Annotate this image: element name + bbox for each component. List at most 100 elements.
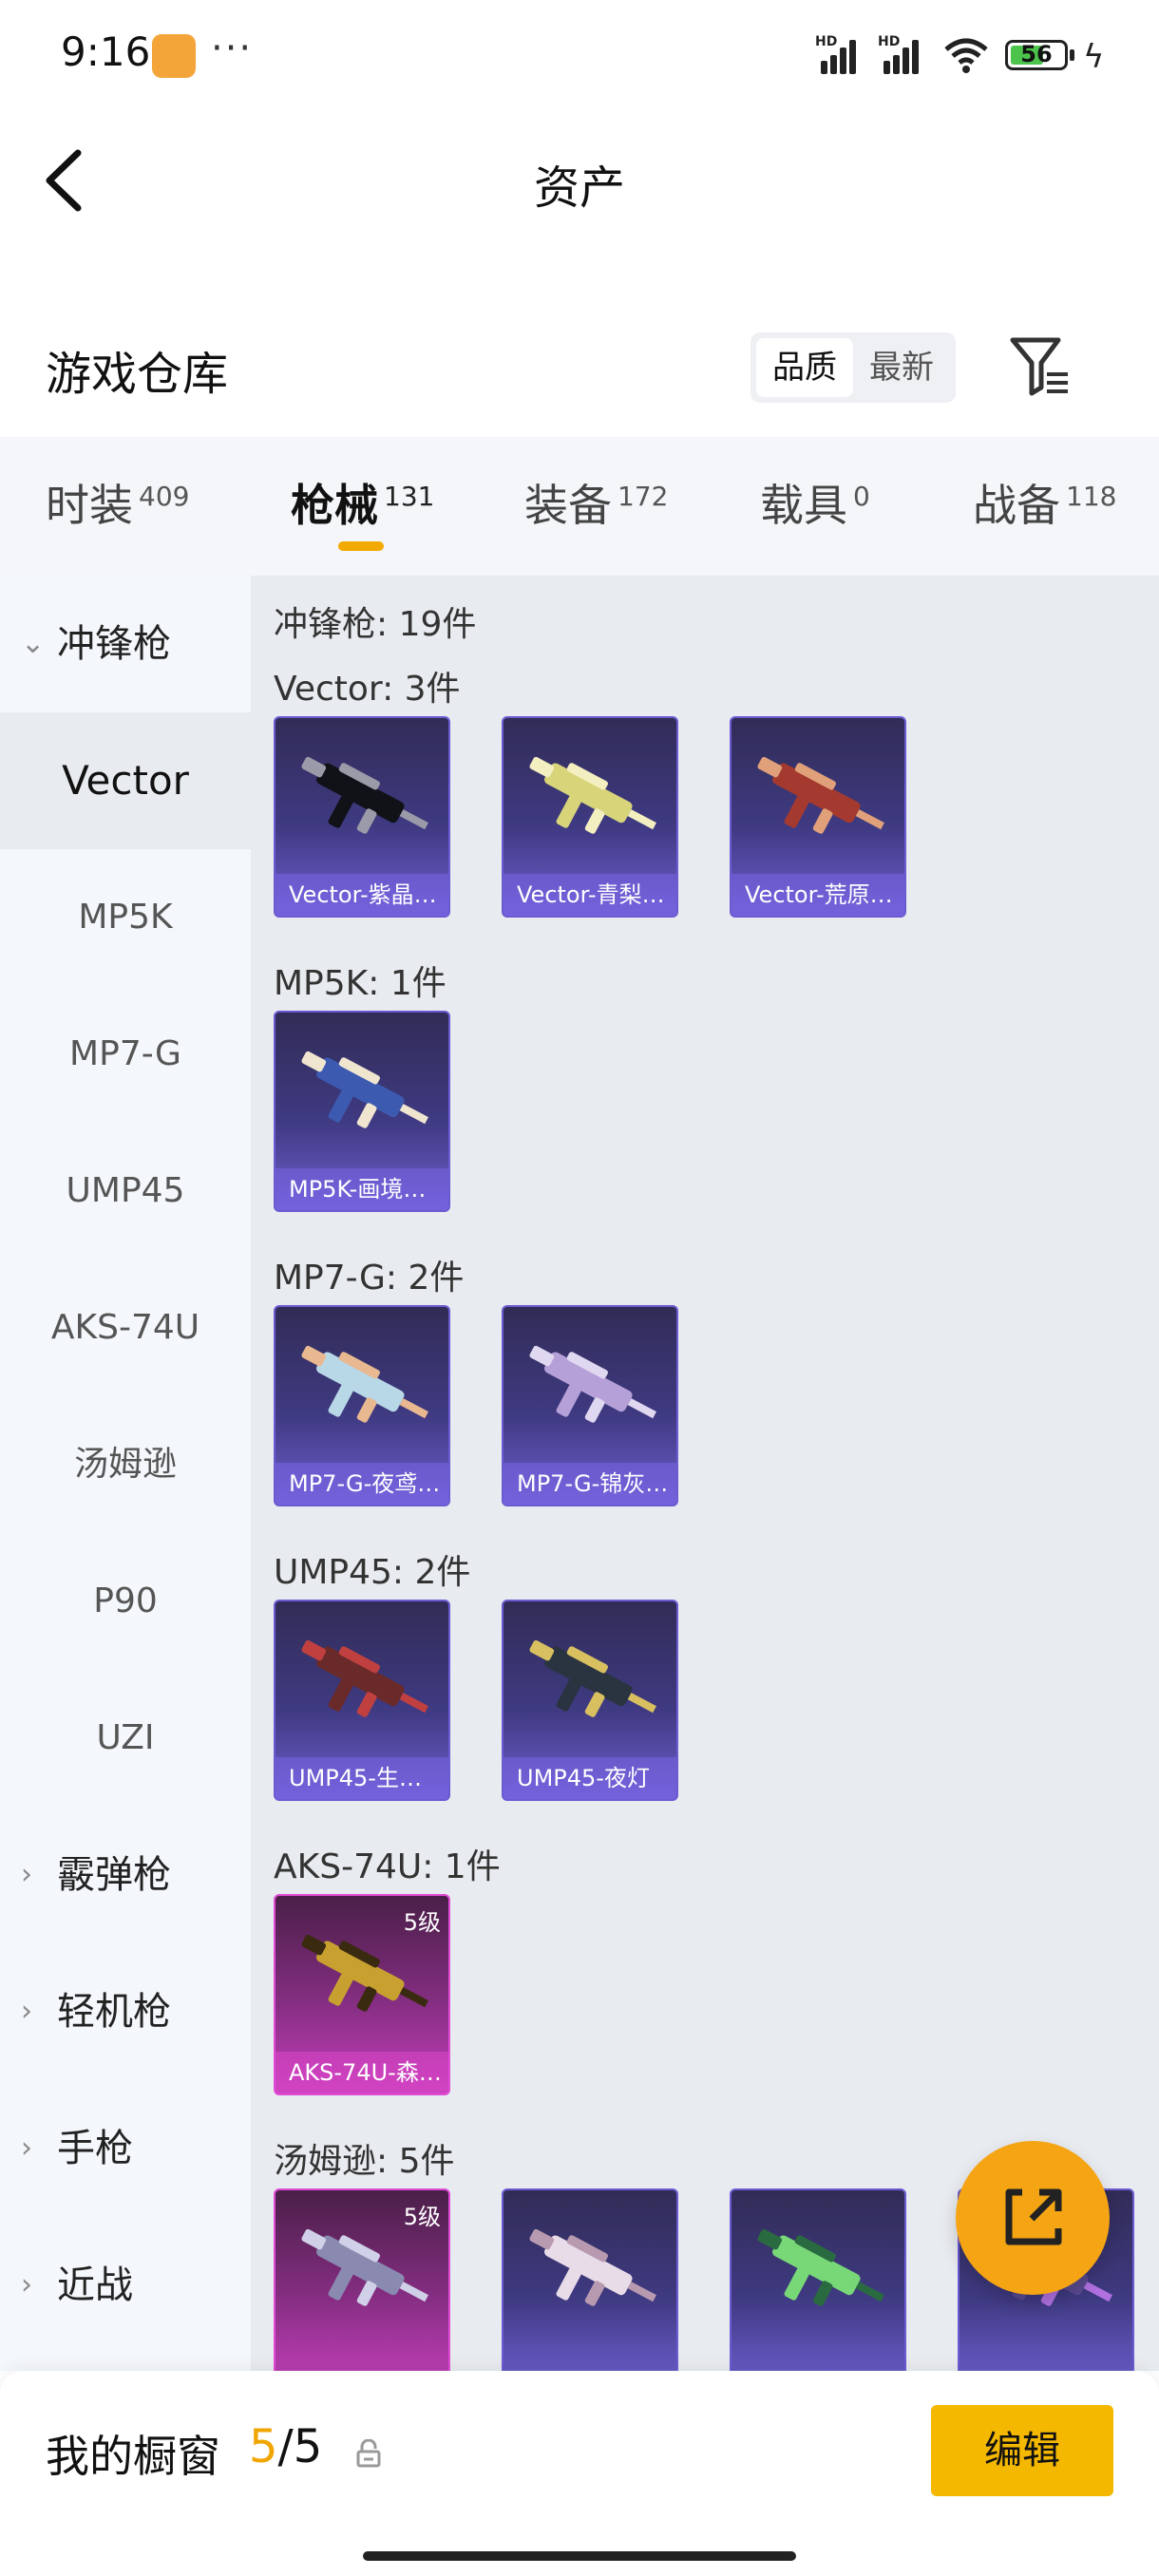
weapon-skin-name: MP5K-画境… (276, 1168, 448, 1210)
weapon-skin-name: Vector-青梨… (504, 874, 676, 916)
showcase-used: 5 (249, 2420, 278, 2473)
level-badge: 5级 (403, 1909, 441, 1936)
sidebar-item-label: 冲锋枪 (57, 622, 171, 666)
tab-vehicles[interactable]: 载具 0 (760, 471, 870, 534)
weapon-skin-image (301, 1639, 428, 1717)
weapon-skin-image (529, 756, 656, 834)
weapon-skin-name: MP7-G-锦灰… (504, 1463, 676, 1505)
app-root: 9:16 ··· HD HD 56 ϟ 资产 游戏仓库 品质 最新 时装 409… (0, 0, 1159, 2576)
tab-firearms[interactable]: 枪械 131 (291, 471, 434, 534)
sidebar-item-label: 近战 (57, 2263, 133, 2307)
sort-toggle: 品质 最新 (750, 332, 956, 403)
sidebar-item[interactable]: AKS-74U (0, 1260, 251, 1396)
hd-label-2: HD (878, 34, 901, 49)
sidebar-item-label: Vector (62, 757, 189, 804)
edit-button[interactable]: 编辑 (931, 2405, 1113, 2496)
tab-supplies[interactable]: 战备 118 (973, 471, 1116, 534)
weapon-skin-image (301, 1345, 428, 1423)
weapon-skin-name: AKS-74U-森… (276, 2052, 448, 2093)
weapon-skin-card[interactable]: 5级 AKS-74U-森… (274, 1894, 450, 2095)
sidebar-item-label: 轻机枪 (57, 1990, 171, 2034)
sidebar-group[interactable]: › 轻机枪 (0, 1943, 251, 2080)
sort-quality-button[interactable]: 品质 (756, 338, 853, 397)
weapon-skin-card[interactable]: MP5K-画境… (274, 1011, 450, 1212)
category-count: 冲锋枪: 19件 (274, 605, 477, 644)
chevron-right-icon: › (21, 2268, 32, 2301)
showcase-title: 我的橱窗 (46, 2431, 220, 2482)
sidebar-item-label: MP7-G (69, 1034, 181, 1073)
sidebar-item[interactable]: MP7-G (0, 986, 251, 1123)
signal-1-icon: HD (815, 34, 859, 74)
sidebar-item[interactable]: UMP45 (0, 1123, 251, 1260)
sidebar-group[interactable]: ⌄ 冲锋枪 (0, 576, 251, 712)
sidebar-item[interactable]: P90 (0, 1533, 251, 1670)
lock-icon (356, 2439, 381, 2468)
weapon-skin-image (529, 1345, 656, 1423)
tab-count: 118 (1066, 480, 1117, 512)
tab-count: 131 (384, 480, 435, 512)
weapon-skin-card[interactable]: MP7-G-锦灰… (502, 1305, 678, 1506)
tab-label: 战备 (973, 480, 1060, 531)
weapon-skin-image (301, 2228, 428, 2306)
weapon-skin-card[interactable]: UMP45-生… (274, 1600, 450, 1801)
sidebar-item-label: 汤姆逊 (73, 1445, 177, 1484)
category-tabs: 时装 409 枪械 131 装备 172 载具 0 战备 118 (0, 437, 1159, 576)
tab-equipment[interactable]: 装备 172 (524, 471, 668, 534)
tab-count: 172 (618, 480, 669, 512)
weapon-section-title: 汤姆逊: 5件 (274, 2142, 455, 2181)
sidebar-group[interactable]: › 手枪 (0, 2080, 251, 2217)
weapon-skin-name: UMP45-夜灯 (504, 1757, 676, 1799)
weapon-skin-card[interactable]: 5级 (274, 2188, 450, 2371)
weapon-section-title: MP7-G: 2件 (274, 1259, 465, 1297)
sidebar-item-label: UZI (96, 1718, 155, 1757)
weapon-skin-image (301, 1934, 428, 2012)
sort-newest-button[interactable]: 最新 (853, 338, 950, 397)
sidebar-item[interactable]: MP5K (0, 849, 251, 986)
sidebar-group[interactable]: › 近战 (0, 2217, 251, 2354)
filter-icon[interactable] (1009, 334, 1072, 397)
wifi-icon (944, 38, 988, 73)
weapon-section-title: MP5K: 1件 (274, 964, 446, 1003)
weapon-skin-image (529, 2228, 656, 2306)
chevron-right-icon: › (21, 1858, 32, 1891)
more-notifications-icon: ··· (211, 27, 254, 70)
tab-label: 载具 (760, 480, 847, 531)
weapon-sidebar: ⌄ 冲锋枪 Vector MP5K MP7-G UMP45 AKS-74U 汤姆逊 P90 UZI… (0, 576, 251, 2371)
tab-label: 装备 (524, 480, 612, 531)
charging-icon: ϟ (1083, 38, 1105, 76)
weapon-skin-card[interactable] (730, 2188, 906, 2371)
page-title: 资产 (533, 161, 625, 215)
clock: 9:16 (61, 28, 151, 75)
chevron-right-icon: › (21, 1995, 32, 2028)
weapon-skin-card[interactable]: MP7-G-夜鸢… (274, 1305, 450, 1506)
sidebar-item[interactable]: 汤姆逊 (0, 1396, 251, 1533)
sidebar-item[interactable]: UZI (0, 1670, 251, 1807)
level-badge: 5级 (403, 2204, 441, 2230)
weapon-skin-card[interactable]: Vector-紫晶… (274, 716, 450, 918)
tab-count: 409 (139, 480, 190, 512)
weapon-skin-name: UMP45-生… (276, 1757, 448, 1799)
sidebar-group[interactable]: › 霰弹枪 (0, 1807, 251, 1943)
app-notification-icon (152, 34, 196, 78)
showcase-count: 5/5 (249, 2420, 322, 2473)
sidebar-item-label: 霰弹枪 (57, 1853, 171, 1897)
weapon-skin-card[interactable]: Vector-荒原… (730, 716, 906, 918)
tab-fashion[interactable]: 时装 409 (46, 471, 189, 534)
sidebar-item-label: 手枪 (57, 2127, 133, 2170)
sidebar-item[interactable]: Vector (0, 712, 251, 849)
tab-count: 0 (853, 480, 870, 512)
weapon-skin-image (757, 2228, 884, 2306)
weapon-skin-name: Vector-紫晶… (276, 874, 448, 916)
sidebar-item-label: UMP45 (66, 1171, 185, 1210)
weapon-skin-card[interactable]: UMP45-夜灯 (502, 1600, 678, 1801)
share-button[interactable] (956, 2141, 1110, 2295)
showcase-total: /5 (277, 2420, 323, 2473)
weapon-skin-image (529, 1639, 656, 1717)
weapon-skin-card[interactable]: Vector-青梨… (502, 716, 678, 918)
sidebar-item-label: AKS-74U (50, 1308, 200, 1347)
tab-label: 时装 (46, 480, 133, 531)
share-out-icon (1005, 2188, 1062, 2245)
weapon-skin-card[interactable] (502, 2188, 678, 2371)
battery-icon: 56 (1005, 40, 1068, 70)
item-grid: 冲锋枪: 19件 Vector: 3件 Vector-紫晶… Vector-青梨… V… (251, 576, 1159, 2371)
